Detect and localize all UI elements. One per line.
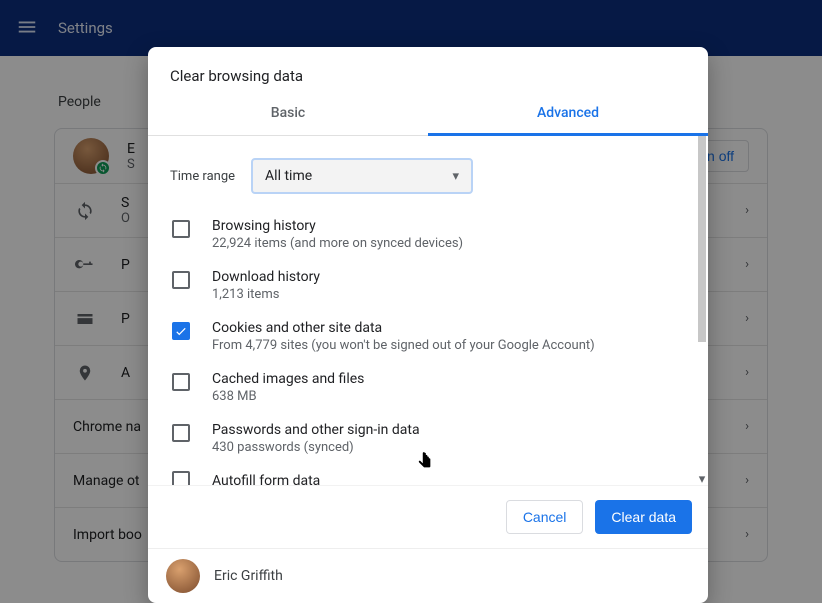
option-subtitle: 1,213 items	[212, 287, 320, 302]
dropdown-arrow-icon: ▾	[453, 169, 460, 184]
signed-in-row: Eric Griffith	[148, 548, 708, 603]
checkbox[interactable]	[172, 424, 190, 442]
option-subtitle: 638 MB	[212, 389, 364, 404]
option-title: Download history	[212, 269, 320, 285]
time-range-row: Time range All time ▾	[170, 158, 686, 194]
checkbox[interactable]	[172, 271, 190, 289]
option-title: Browsing history	[212, 218, 463, 234]
clear-browsing-data-dialog: Clear browsing data Basic Advanced Time …	[148, 47, 708, 603]
option-cookies[interactable]: Cookies and other site data From 4,779 s…	[170, 310, 686, 361]
option-subtitle: From 4,779 sites (you won't be signed ou…	[212, 338, 595, 353]
tab-advanced[interactable]: Advanced	[428, 95, 708, 136]
dialog-body: Time range All time ▾ Browsing history 2…	[148, 136, 708, 485]
scrollbar[interactable]: ▾	[696, 136, 708, 485]
option-cached[interactable]: Cached images and files 638 MB	[170, 361, 686, 412]
tab-basic[interactable]: Basic	[148, 95, 428, 135]
clear-data-button[interactable]: Clear data	[595, 500, 692, 534]
option-browsing-history[interactable]: Browsing history 22,924 items (and more …	[170, 208, 686, 259]
time-range-label: Time range	[170, 169, 235, 184]
option-autofill[interactable]: Autofill form data	[170, 463, 686, 485]
dialog-footer: Cancel Clear data	[148, 485, 708, 548]
cancel-button[interactable]: Cancel	[506, 500, 584, 534]
checkbox[interactable]	[172, 471, 190, 485]
option-subtitle: 430 passwords (synced)	[212, 440, 420, 455]
dialog-title: Clear browsing data	[148, 47, 708, 95]
option-title: Passwords and other sign-in data	[212, 422, 420, 438]
scroll-down-icon[interactable]: ▾	[696, 473, 708, 485]
option-download-history[interactable]: Download history 1,213 items	[170, 259, 686, 310]
checkbox[interactable]	[172, 220, 190, 238]
time-range-value: All time	[265, 168, 452, 184]
time-range-select[interactable]: All time ▾	[251, 158, 473, 194]
option-title: Autofill form data	[212, 473, 320, 485]
avatar	[166, 559, 200, 593]
option-title: Cached images and files	[212, 371, 364, 387]
scroll-thumb[interactable]	[698, 136, 706, 342]
checkbox[interactable]	[172, 373, 190, 391]
option-subtitle: 22,924 items (and more on synced devices…	[212, 236, 463, 251]
checkbox[interactable]	[172, 322, 190, 340]
signed-in-name: Eric Griffith	[214, 568, 283, 584]
option-title: Cookies and other site data	[212, 320, 595, 336]
option-passwords[interactable]: Passwords and other sign-in data 430 pas…	[170, 412, 686, 463]
dialog-tabs: Basic Advanced	[148, 95, 708, 136]
